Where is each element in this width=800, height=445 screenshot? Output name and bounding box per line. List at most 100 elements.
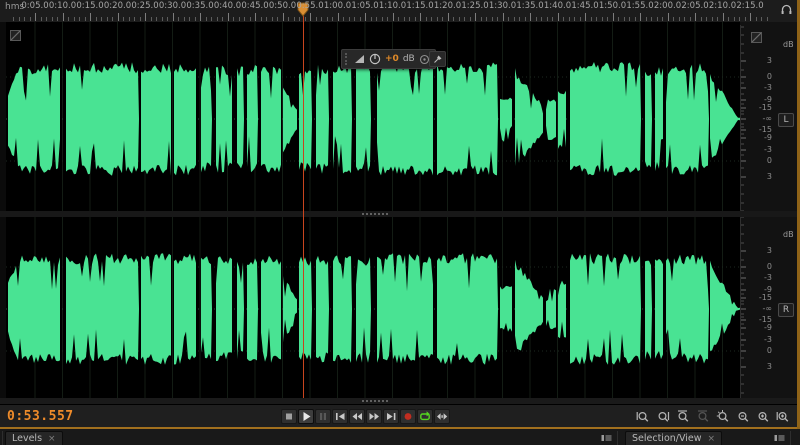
db-scale-label: -9 bbox=[764, 133, 772, 142]
tab-selection-view[interactable]: Selection/View × bbox=[625, 431, 723, 445]
pause-button[interactable] bbox=[315, 409, 331, 424]
ruler-tick bbox=[222, 17, 223, 21]
gain-knob-icon[interactable] bbox=[369, 53, 381, 65]
tab-selection-view-close-icon[interactable]: × bbox=[708, 434, 716, 444]
ruler-options-icon[interactable] bbox=[751, 32, 762, 43]
ruler-tick bbox=[161, 17, 163, 21]
hud-drag-grip[interactable] bbox=[345, 53, 350, 65]
ruler-tick bbox=[513, 17, 515, 21]
playhead-time-display[interactable]: 0:53.557 bbox=[7, 409, 74, 424]
ruler-tick bbox=[711, 17, 713, 21]
ruler-time-label: 0:30.0 bbox=[158, 1, 187, 11]
stop-button[interactable] bbox=[281, 409, 297, 424]
hud-pin-button[interactable] bbox=[429, 51, 446, 67]
zoom-in-at-in-point-button[interactable] bbox=[634, 409, 652, 424]
ruler-tick bbox=[623, 17, 625, 21]
bottom-panel-tab-bar: Levels × Selection/View × bbox=[0, 427, 800, 445]
ruler-tick bbox=[739, 17, 740, 21]
zoom-controls bbox=[634, 409, 792, 424]
db-scale-label: 3 bbox=[766, 56, 772, 65]
zoom-in-time-button[interactable] bbox=[754, 409, 772, 424]
loop-playback-button[interactable] bbox=[417, 409, 433, 424]
zoom-in-amplitude-button[interactable] bbox=[774, 409, 792, 424]
ruler-tick bbox=[51, 17, 53, 21]
ruler-tick bbox=[200, 13, 201, 21]
zoom-in-at-out-point-button[interactable] bbox=[654, 409, 672, 424]
ruler-tick bbox=[541, 17, 542, 21]
ruler-tick bbox=[766, 17, 768, 21]
db-scale-label: -15 bbox=[758, 315, 772, 324]
ruler-time-label: 2:00.0 bbox=[653, 1, 682, 11]
ruler-tick bbox=[62, 13, 64, 21]
skip-to-start-icon bbox=[336, 413, 345, 420]
ruler-tick bbox=[304, 17, 306, 21]
ruler-tick bbox=[497, 17, 498, 21]
db-unit-label: dB bbox=[783, 40, 794, 49]
ruler-tick bbox=[172, 13, 174, 21]
ruler-tick bbox=[227, 13, 229, 21]
tab-levels-close-icon[interactable]: × bbox=[48, 434, 56, 444]
ruler-tick bbox=[249, 17, 251, 21]
play-button[interactable] bbox=[298, 409, 314, 424]
panel-menu-icon-right[interactable] bbox=[772, 432, 786, 444]
channel-badge-r[interactable]: R bbox=[778, 303, 794, 317]
ruler-tick bbox=[255, 13, 256, 21]
ruler-time-label: 1:05.0 bbox=[351, 1, 379, 11]
ruler-tick bbox=[183, 17, 185, 21]
rewind-button[interactable] bbox=[349, 409, 365, 424]
ruler-tick bbox=[205, 17, 207, 21]
ruler-time-label: 0:55.0 bbox=[296, 1, 324, 11]
tab-levels[interactable]: Levels × bbox=[5, 431, 63, 445]
zoom-to-selection-button[interactable] bbox=[674, 409, 692, 424]
fade-ramp-icon[interactable] bbox=[354, 54, 365, 64]
ruler-tick bbox=[717, 17, 718, 21]
ruler-tick bbox=[695, 13, 696, 21]
waveform-editor[interactable]: dB 3 3 0 0 -3 -3 -9 -9 -15 -15 -∞ LdB 3 3 0 0 -3 -3 -9 -9 -15… bbox=[0, 22, 800, 404]
ruler-time-label: 0:35.0 bbox=[186, 1, 214, 11]
panel-corner-icon-left[interactable] bbox=[10, 30, 21, 41]
skip-to-end-icon bbox=[387, 413, 396, 420]
ruler-tick bbox=[579, 17, 581, 21]
ruler-tick bbox=[359, 17, 361, 21]
hud-gain-value[interactable]: +0 bbox=[385, 54, 399, 64]
waveform-display[interactable] bbox=[0, 22, 800, 404]
ruler-tick bbox=[480, 17, 482, 21]
time-ruler[interactable]: hms 0:05.0 0:10.0 0:15.0 0:20.0 0:25.0 0:30.0… bbox=[0, 0, 800, 23]
record-button[interactable] bbox=[400, 409, 416, 424]
fast-forward-button[interactable] bbox=[366, 409, 382, 424]
ruler-tick bbox=[414, 17, 416, 21]
bottom-splitter-grip[interactable] bbox=[362, 400, 388, 402]
db-scale-label: -3 bbox=[764, 335, 772, 344]
db-scale-label-infinity: -∞ bbox=[762, 304, 772, 313]
skip-to-end-button[interactable] bbox=[383, 409, 399, 424]
ruler-tick bbox=[585, 13, 586, 21]
headphones-icon[interactable] bbox=[780, 3, 793, 16]
zoom-out-full-icon bbox=[698, 410, 709, 422]
db-scale-label: 0 bbox=[766, 262, 772, 271]
ruler-tick bbox=[469, 17, 471, 21]
reset-zoom-button[interactable] bbox=[714, 409, 732, 424]
ruler-time-label: 2:10.0 bbox=[708, 1, 737, 11]
pause-icon bbox=[320, 413, 326, 420]
ruler-tick bbox=[442, 17, 443, 21]
channel-splitter-grip[interactable] bbox=[362, 213, 388, 215]
channel-badge-l[interactable]: L bbox=[778, 113, 794, 127]
ruler-tick bbox=[167, 17, 168, 21]
ruler-time-label: 1:20.0 bbox=[433, 1, 462, 11]
zoom-out-full-button[interactable] bbox=[694, 409, 712, 424]
stop-icon bbox=[286, 413, 292, 420]
ruler-tick bbox=[233, 17, 234, 21]
zoom-out-time-button[interactable] bbox=[734, 409, 752, 424]
ruler-tick bbox=[337, 13, 339, 21]
ruler-tick bbox=[332, 17, 333, 21]
ruler-tick bbox=[629, 17, 630, 21]
tab-selection-view-label: Selection/View bbox=[632, 433, 702, 444]
skip-to-start-button[interactable] bbox=[332, 409, 348, 424]
hud-gain-control[interactable]: +0 dB bbox=[341, 49, 436, 69]
ruler-tick bbox=[73, 17, 75, 21]
ruler-tick bbox=[486, 17, 487, 21]
skip-selection-button[interactable] bbox=[434, 409, 450, 424]
ruler-tick bbox=[684, 17, 685, 21]
panel-menu-icon-left[interactable] bbox=[599, 432, 613, 444]
ruler-tick bbox=[546, 17, 548, 21]
